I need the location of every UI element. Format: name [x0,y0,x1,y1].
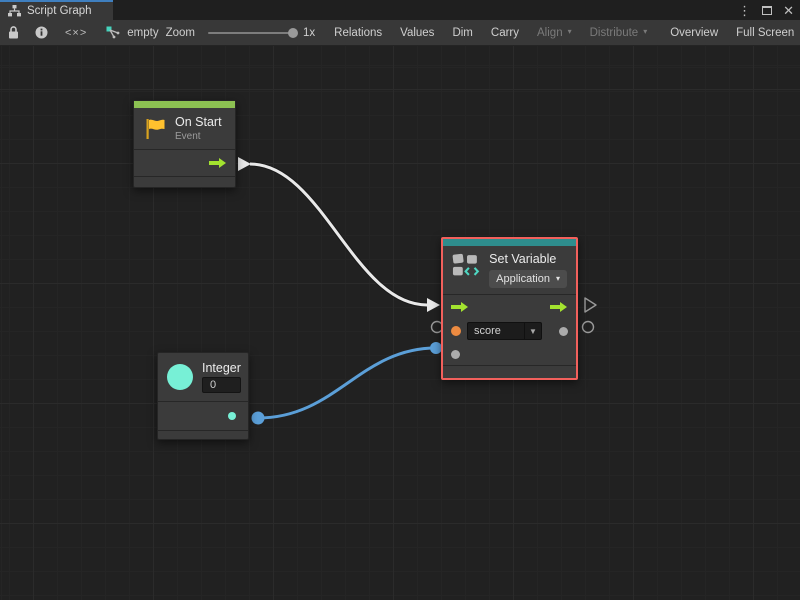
close-icon[interactable]: ✕ [783,4,794,17]
node-footer [134,177,235,187]
overview-button[interactable]: Overview [661,20,727,45]
tab-title: Script Graph [27,5,92,17]
chevron-down-icon: ▾ [643,27,647,36]
integer-value-field[interactable]: 0 [202,377,241,393]
variable-scope-dropdown[interactable]: Application ▾ [489,270,567,288]
zoom-slider-handle[interactable] [288,28,298,38]
variables-icon [452,252,480,279]
graph-toolbar: <×> empty Zoom 1x Relations Values Dim C… [0,20,800,46]
variable-name-dropdown[interactable]: ▼ [525,322,542,340]
flow-output-port[interactable] [550,301,568,313]
lock-icon [8,26,19,39]
code-preview-button[interactable]: <×> [56,20,96,45]
values-button[interactable]: Values [391,20,443,45]
zoom-slider[interactable] [208,32,296,34]
node-footer [443,366,576,378]
node-title: On Start [175,115,222,129]
chevron-down-icon: ▾ [568,27,572,36]
window-menu-icon[interactable]: ⋮ [738,4,751,17]
graph-canvas[interactable]: On Start Event Integer 0 [0,46,800,600]
align-dropdown-button[interactable]: Align ▾ [528,20,581,45]
integer-circle-icon [167,364,193,390]
flow-input-port[interactable] [451,301,469,313]
node-color-bar [134,101,235,108]
variable-name-input-port[interactable] [451,326,461,336]
proxy-flow-out-triangle-icon [585,298,596,312]
connection-layer [0,46,800,600]
scope-value: Application [496,273,550,285]
flow-wire-onstart-to-setvariable[interactable] [250,164,427,305]
graph-hierarchy-icon [8,5,21,17]
node-on-start[interactable]: On Start Event [133,100,236,188]
value-output-port[interactable] [559,327,568,336]
variable-name-field-group: score ▼ [467,322,542,340]
tab-script-graph[interactable]: Script Graph [0,0,113,20]
proxy-value-out-circle-icon [583,322,594,333]
flag-icon [145,118,166,140]
node-footer [158,431,248,439]
window-controls: ⋮ ✕ [738,0,794,20]
zoom-label: Zoom [166,27,195,39]
maximize-icon[interactable] [762,6,772,15]
node-set-variable[interactable]: Set Variable Application ▾ [441,237,578,380]
fullscreen-button[interactable]: Full Screen [727,20,800,45]
carry-button[interactable]: Carry [482,20,528,45]
align-label: Align [537,27,563,39]
distribute-dropdown-button[interactable]: Distribute ▾ [581,20,657,45]
node-subtitle: Event [175,131,222,142]
chevron-down-icon: ▼ [529,327,537,336]
variable-name-field[interactable]: score [467,322,525,340]
flow-output-port[interactable] [209,157,227,169]
code-port-icon: <×> [65,27,87,39]
flow-wire-start-arrow-icon [238,157,251,171]
node-color-bar [443,239,576,246]
zoom-value: 1x [303,27,315,39]
integer-output-port[interactable] [228,412,236,420]
zoom-section: empty Zoom 1x [96,20,325,45]
chevron-down-icon: ▾ [556,274,560,283]
value-wire-integer-to-setvariable[interactable] [258,348,436,418]
dim-button[interactable]: Dim [443,20,481,45]
lock-button[interactable] [0,20,27,45]
node-title: Integer [202,361,241,375]
relations-button[interactable]: Relations [325,20,391,45]
flow-wire-end-arrow-icon [427,298,440,312]
script-graph-window: Script Graph ⋮ ✕ <×> [0,0,800,600]
value-wire-start-dot-icon [252,412,265,425]
info-button[interactable] [27,20,56,45]
value-input-port[interactable] [451,350,460,359]
info-icon [35,26,48,39]
graph-pointer-icon [106,26,120,39]
tab-bar: Script Graph ⋮ ✕ [0,0,800,20]
graph-status-label: empty [127,27,158,39]
node-title: Set Variable [489,252,567,266]
node-integer[interactable]: Integer 0 [157,352,249,440]
distribute-label: Distribute [590,27,639,39]
